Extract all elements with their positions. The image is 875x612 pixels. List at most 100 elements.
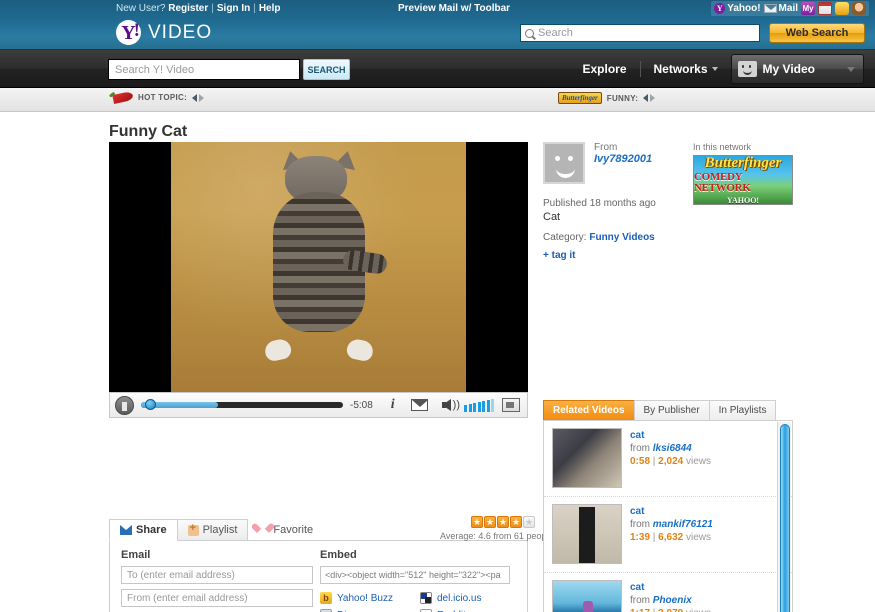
list-item-from: from mankif76121 — [630, 519, 713, 530]
list-item-user[interactable]: mankif76121 — [653, 519, 713, 530]
network-label: In this network — [693, 142, 752, 152]
smiley-icon — [737, 61, 757, 77]
hot-topic-group: HOT TOPIC: — [112, 91, 205, 104]
fullscreen-icon[interactable] — [502, 398, 520, 412]
chevron-down-icon — [711, 67, 718, 71]
envelope-icon — [763, 4, 777, 13]
yahoo-header: New User? Register | Sign In | Help Preview … — [0, 0, 875, 50]
messenger-icon[interactable]: My — [801, 2, 815, 15]
seek-handle[interactable] — [145, 399, 156, 410]
video-search-placeholder: Search Y! Video — [115, 63, 195, 76]
nav-networks[interactable]: Networks — [641, 50, 731, 88]
nav-right-group: Explore Networks My Video — [569, 50, 875, 88]
embed-section: Embed <div><object width="512" height="3… — [320, 549, 520, 612]
email-to-placeholder: To (enter email address) — [127, 569, 235, 581]
related-videos-list[interactable]: cat from lksi6844 0:58 | 2,024 views cat… — [543, 420, 793, 612]
related-scrollbar[interactable] — [777, 422, 791, 612]
video-thumbnail[interactable] — [552, 580, 622, 612]
list-item-duration: 1:39 — [630, 532, 651, 543]
funny-label: FUNNY: — [606, 93, 639, 103]
butterfinger-badge[interactable]: Butterfinger — [558, 92, 602, 104]
network-section: In this network Butterfinger COMEDY NETW… — [693, 142, 793, 205]
star-icon[interactable]: ★ — [523, 516, 535, 528]
list-item[interactable]: cat from lksi6844 0:58 | 2,024 views — [544, 421, 792, 497]
avatar[interactable] — [543, 142, 585, 184]
register-link[interactable]: Register — [168, 3, 208, 14]
list-item-user[interactable]: Phoenix — [653, 595, 692, 606]
web-search-placeholder: Search — [538, 27, 573, 39]
chevron-down-icon[interactable] — [847, 66, 855, 72]
arrow-right-icon[interactable] — [199, 93, 205, 102]
logo-word: VIDEO — [148, 21, 213, 43]
uploader-link[interactable]: Ivy7892001 — [594, 153, 652, 165]
related-tab-strip: Related Videos By Publisher In Playlists — [543, 400, 793, 420]
sound-waves-icon: )) — [452, 399, 460, 411]
volume-slider[interactable] — [464, 398, 494, 412]
tab-favorite[interactable]: Favorite — [247, 519, 323, 540]
embed-code-field[interactable]: <div><object width="512" height="322"><p… — [320, 566, 510, 584]
seek-bar[interactable] — [141, 399, 343, 410]
help-link[interactable]: Help — [259, 3, 281, 14]
from-label: from — [630, 519, 650, 530]
list-item-meta: cat from lksi6844 0:58 | 2,024 views — [630, 428, 711, 489]
scrollbar-thumb[interactable] — [780, 424, 790, 612]
tag-it-button[interactable]: + tag it — [543, 250, 793, 261]
butterfinger-network-banner[interactable]: Butterfinger COMEDY NETWORK YAHOO! — [693, 155, 793, 205]
tab-related-videos[interactable]: Related Videos — [543, 400, 635, 420]
list-item-from: from Phoenix — [630, 595, 711, 606]
star-rating[interactable]: ★ ★ ★ ★ ★ — [440, 516, 535, 528]
tab-playlist[interactable]: Playlist — [176, 519, 249, 540]
preview-mail-link[interactable]: Preview Mail w/ Toolbar — [398, 3, 510, 14]
list-item-stats: 0:58 | 2,024 views — [630, 456, 711, 467]
mail-link[interactable]: Mail — [763, 3, 798, 14]
pillarbox-left — [109, 142, 171, 392]
video-player[interactable] — [109, 142, 528, 392]
sign-in-link[interactable]: Sign In — [217, 3, 250, 14]
web-search-input[interactable]: Search — [520, 24, 760, 42]
email-to-field[interactable]: To (enter email address) — [121, 566, 313, 584]
list-item-title[interactable]: cat — [630, 582, 711, 593]
list-item-user[interactable]: lksi6844 — [653, 443, 692, 454]
tab-share[interactable]: Share — [109, 519, 178, 541]
nav-explore[interactable]: Explore — [569, 50, 639, 88]
from-label: from — [630, 595, 650, 606]
video-thumbnail[interactable] — [552, 504, 622, 564]
list-item[interactable]: cat from mankif76121 1:39 | 6,632 views — [544, 497, 792, 573]
star-icon[interactable]: ★ — [471, 516, 483, 528]
bookmark-yahoo-buzz[interactable]: b Yahoo! Buzz — [320, 592, 420, 604]
arrow-right-icon[interactable] — [650, 94, 656, 102]
email-icon[interactable] — [410, 399, 428, 411]
arrow-left-icon[interactable] — [643, 94, 649, 102]
list-item-title[interactable]: cat — [630, 430, 711, 441]
category-link[interactable]: Funny Videos — [589, 232, 654, 243]
email-from-field[interactable]: From (enter email address) — [121, 589, 313, 607]
list-item-title[interactable]: cat — [630, 506, 713, 517]
bookmark-grid: b Yahoo! Buzz del.icio.us Digg Reddit f — [320, 592, 520, 612]
list-item[interactable]: cat from Phoenix 1:17 | 2,079 views — [544, 573, 792, 612]
video-search-input[interactable]: Search Y! Video — [108, 59, 300, 80]
star-icon[interactable]: ★ — [510, 516, 522, 528]
email-from-placeholder: From (enter email address) — [127, 592, 248, 604]
avatar-icon[interactable] — [852, 2, 866, 15]
notepad-icon[interactable] — [835, 2, 849, 15]
pause-button[interactable] — [115, 395, 134, 415]
star-icon[interactable]: ★ — [497, 516, 509, 528]
embed-section-label: Embed — [320, 549, 357, 561]
yahoo-video-logo[interactable]: Y ! VIDEO — [116, 20, 212, 45]
calendar-icon[interactable] — [818, 2, 832, 15]
web-search-button[interactable]: Web Search — [769, 23, 865, 43]
yahoo-home-link[interactable]: Y Yahoo! — [714, 3, 761, 14]
info-icon[interactable]: i — [391, 397, 395, 413]
bookmark-delicious[interactable]: del.icio.us — [420, 592, 520, 604]
speaker-icon[interactable] — [441, 399, 451, 411]
star-icon[interactable]: ★ — [484, 516, 496, 528]
tab-in-playlists[interactable]: In Playlists — [708, 400, 777, 420]
list-item-views: 2,024 — [658, 456, 684, 467]
video-search-button[interactable]: SEARCH — [303, 59, 350, 80]
arrow-left-icon[interactable] — [192, 93, 198, 102]
video-thumbnail[interactable] — [552, 428, 622, 488]
list-item-views-label: views — [685, 532, 711, 543]
delicious-icon — [420, 592, 432, 604]
nav-my-video[interactable]: My Video — [730, 54, 864, 84]
tab-by-publisher[interactable]: By Publisher — [633, 400, 710, 420]
